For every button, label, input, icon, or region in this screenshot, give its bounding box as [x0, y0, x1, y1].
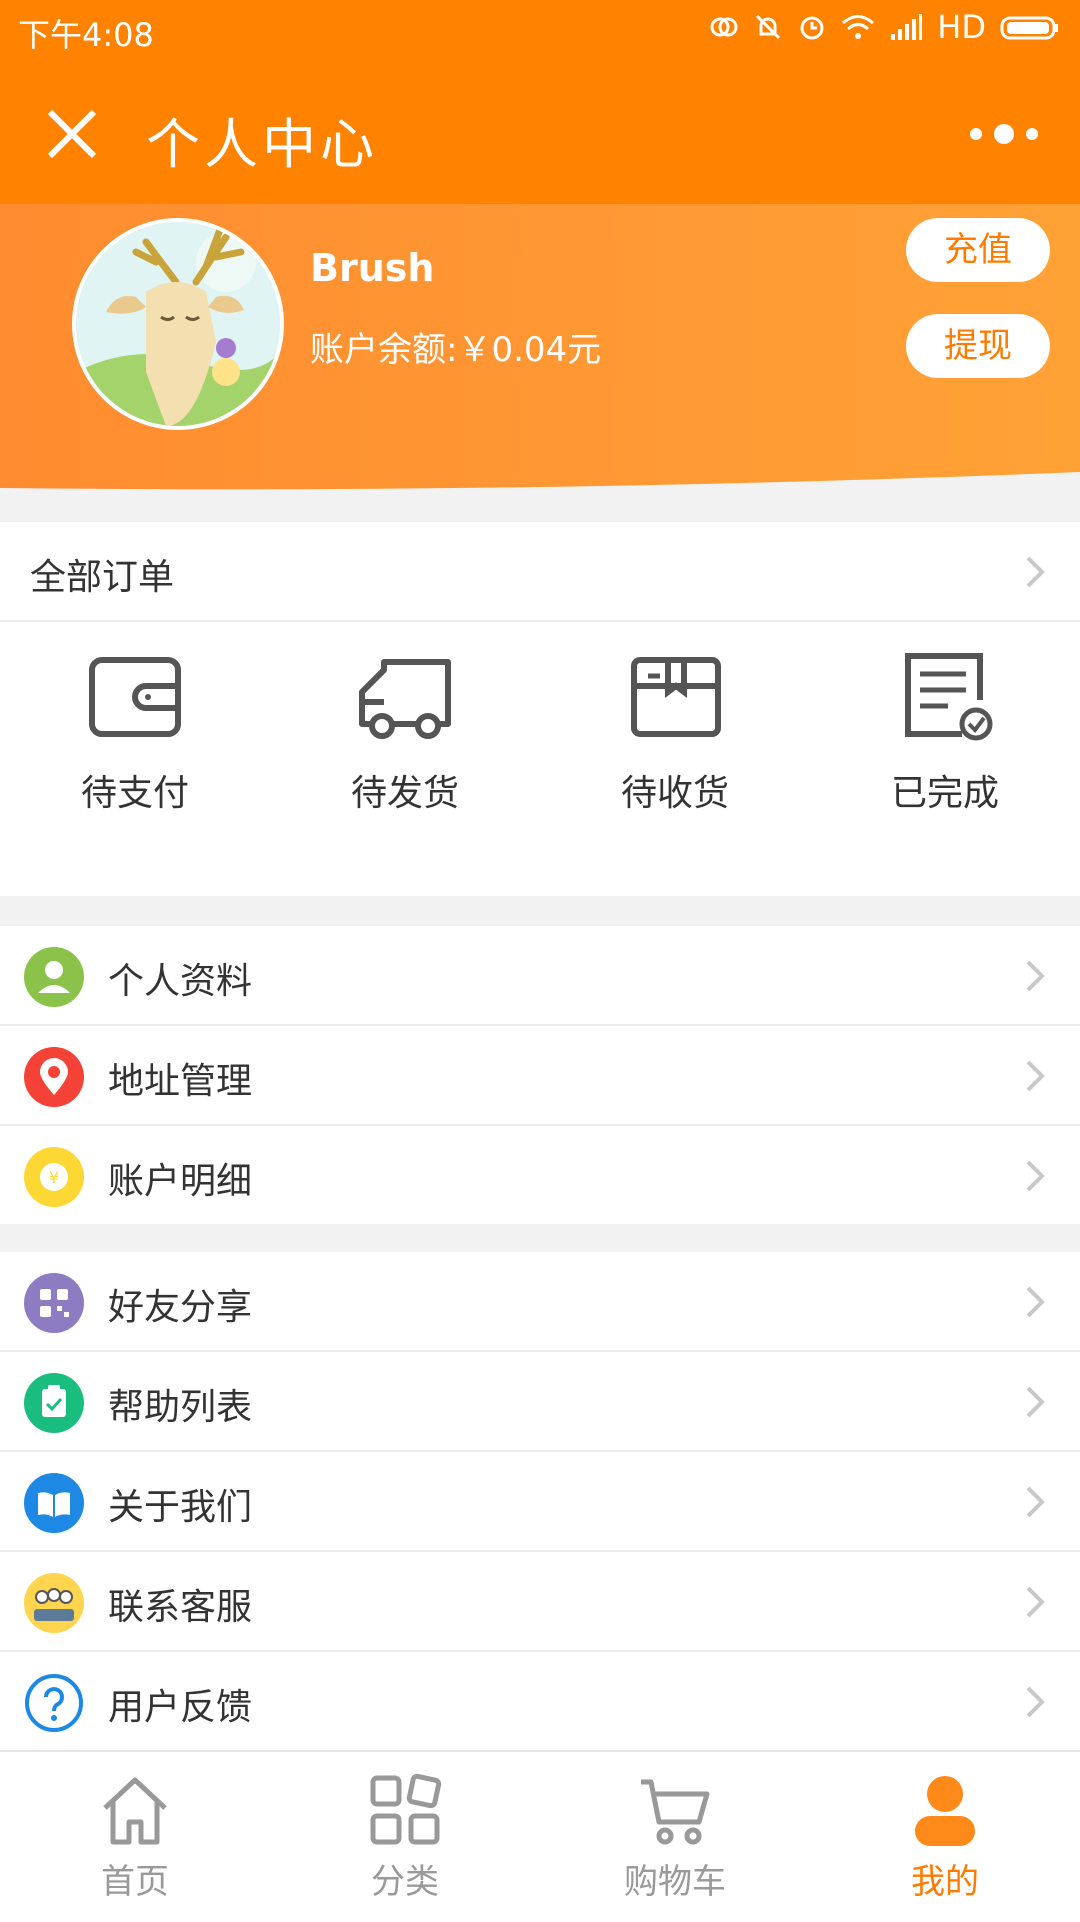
- order-item-label: 已完成: [890, 773, 999, 814]
- menu-about-us[interactable]: 关于我们: [0, 1452, 1080, 1552]
- tab-label: 首页: [101, 1862, 169, 1902]
- tab-label: 分类: [371, 1862, 439, 1902]
- header-wave: [0, 472, 1080, 494]
- menu-label: 个人资料: [108, 961, 253, 1002]
- menu-user-feedback[interactable]: 用户反馈: [0, 1652, 1080, 1750]
- order-completed[interactable]: 已完成: [810, 652, 1080, 816]
- order-pending-receipt[interactable]: 待收货: [540, 652, 810, 816]
- clipboard-check-icon: [24, 1373, 84, 1433]
- menu-label: 帮助列表: [108, 1387, 253, 1428]
- page-title: 个人中心: [146, 113, 378, 176]
- tab-label: 购物车: [624, 1862, 726, 1902]
- tab-mine[interactable]: 我的: [810, 1752, 1080, 1922]
- menu-label: 关于我们: [108, 1487, 253, 1528]
- qr-code-icon: [24, 1273, 84, 1333]
- tab-home[interactable]: 首页: [0, 1752, 270, 1922]
- order-pending-payment[interactable]: 待支付: [0, 652, 270, 816]
- more-button[interactable]: [964, 106, 1044, 162]
- tab-cart[interactable]: 购物车: [540, 1752, 810, 1922]
- username: Brush: [310, 246, 435, 290]
- chevron-right-icon: [1026, 960, 1045, 992]
- battery-icon: [1000, 16, 1058, 40]
- status-icons: HD: [709, 8, 1060, 46]
- chevron-right-icon: [1026, 556, 1045, 588]
- close-button[interactable]: [36, 98, 108, 170]
- account-menu: 个人资料 地址管理 ¥ 账户明细: [0, 926, 1080, 1224]
- cart-icon: [641, 1779, 710, 1845]
- question-icon: [25, 1674, 83, 1732]
- order-item-label: 待发货: [350, 773, 459, 814]
- recharge-button[interactable]: 充值: [906, 218, 1050, 282]
- all-orders-label: 全部订单: [30, 557, 175, 598]
- box-icon: [631, 657, 721, 737]
- location-pin-icon: [24, 1047, 84, 1107]
- orders-card: 全部订单 待支付 待发货 待收货 已完成: [0, 522, 1080, 896]
- chevron-right-icon: [1026, 1386, 1045, 1418]
- menu-share-friends[interactable]: 好友分享: [0, 1252, 1080, 1352]
- profile-header: Brush 账户余额:￥0.04元 充值 提现: [0, 204, 1080, 494]
- chevron-right-icon: [1026, 1060, 1045, 1092]
- menu-label: 账户明细: [108, 1161, 253, 1202]
- network-type: HD: [937, 8, 986, 46]
- bell-off-icon: [756, 14, 781, 40]
- chevron-right-icon: [1026, 1286, 1045, 1318]
- menu-label: 地址管理: [108, 1061, 253, 1102]
- close-icon: [47, 109, 97, 159]
- customer-service-icon: [24, 1573, 84, 1633]
- status-bar: 下午4:08 HD: [0, 0, 1080, 62]
- menu-customer-service[interactable]: 联系客服: [0, 1552, 1080, 1652]
- withdraw-button[interactable]: 提现: [906, 314, 1050, 378]
- profile-icon: [915, 1776, 975, 1846]
- link-icon: [710, 17, 738, 37]
- menu-address-management[interactable]: 地址管理: [0, 1026, 1080, 1126]
- category-icon: [370, 1773, 442, 1845]
- menu-label: 用户反馈: [108, 1687, 253, 1728]
- menu-account-details[interactable]: ¥ 账户明细: [0, 1126, 1080, 1224]
- chevron-right-icon: [1026, 1486, 1045, 1518]
- status-time: 下午4:08: [18, 16, 154, 54]
- order-item-label: 待收货: [620, 773, 729, 814]
- home-icon: [103, 1777, 167, 1845]
- all-orders-row[interactable]: 全部订单: [0, 522, 1080, 622]
- signal-icon: [891, 14, 923, 40]
- open-book-icon: [24, 1473, 84, 1533]
- yuan-coin-icon: ¥: [24, 1147, 84, 1207]
- more-dots-icon: [970, 124, 1038, 144]
- svg-text:¥: ¥: [49, 1168, 59, 1187]
- wifi-icon: [842, 15, 875, 39]
- tab-category[interactable]: 分类: [270, 1752, 540, 1922]
- order-status-list: 待支付 待发货 待收货 已完成: [0, 652, 1080, 816]
- alarm-icon: [800, 16, 824, 40]
- tab-label: 我的: [911, 1862, 979, 1902]
- truck-icon: [359, 659, 451, 739]
- order-pending-shipment[interactable]: 待发货: [270, 652, 540, 816]
- menu-personal-info[interactable]: 个人资料: [0, 926, 1080, 1026]
- personal-center-screen: 下午4:08 HD 个人中心 Brush 账户余额:￥0.04元 充值 提现 全…: [0, 0, 1080, 1922]
- completed-doc-icon: [905, 653, 993, 741]
- menu-label: 好友分享: [108, 1287, 253, 1328]
- bottom-tab-bar: 首页 分类 购物车 我的: [0, 1750, 1080, 1922]
- deer-avatar-image: [76, 222, 280, 426]
- menu-help-list[interactable]: 帮助列表: [0, 1352, 1080, 1452]
- chevron-right-icon: [1026, 1160, 1045, 1192]
- avatar[interactable]: [72, 218, 284, 430]
- order-item-label: 待支付: [80, 773, 189, 814]
- wallet-icon: [89, 657, 181, 737]
- chevron-right-icon: [1026, 1586, 1045, 1618]
- more-menu: 好友分享 帮助列表 关于我们 联系客服 用户反馈: [0, 1252, 1080, 1750]
- title-bar: 个人中心: [0, 62, 1080, 204]
- menu-label: 联系客服: [108, 1587, 253, 1628]
- user-icon: [24, 947, 84, 1007]
- chevron-right-icon: [1026, 1686, 1045, 1718]
- account-balance: 账户余额:￥0.04元: [310, 330, 602, 370]
